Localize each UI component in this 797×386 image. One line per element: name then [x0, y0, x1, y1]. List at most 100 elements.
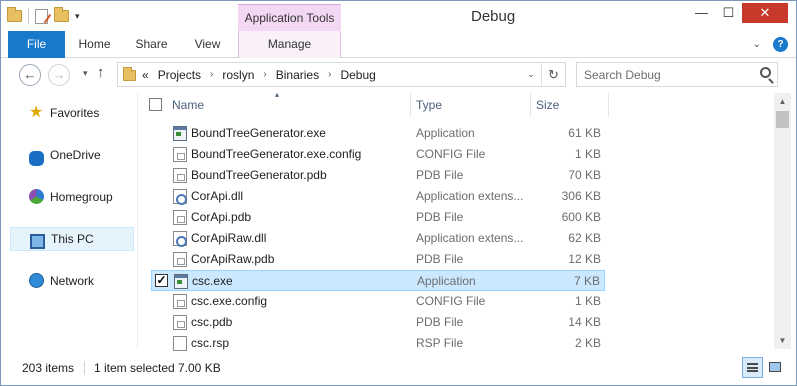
row-checkbox[interactable]: ✓	[155, 274, 168, 287]
status-divider	[84, 361, 85, 375]
breadcrumb-separator-icon[interactable]: ›	[328, 69, 331, 80]
file-name: CorApi.pdb	[191, 210, 252, 224]
computer-icon	[30, 234, 45, 249]
column-size[interactable]: Size	[536, 98, 559, 112]
tab-home[interactable]: Home	[71, 31, 118, 58]
properties-icon[interactable]	[35, 8, 48, 24]
file-name: csc.rsp	[191, 336, 230, 350]
file-size: 62 KB	[568, 231, 601, 245]
nav-item-network[interactable]: Network	[10, 269, 134, 293]
tab-file[interactable]: File	[8, 31, 65, 58]
application-icon	[173, 126, 187, 141]
nav-item-homegroup[interactable]: Homegroup	[10, 185, 134, 209]
file-type: PDB File	[416, 168, 464, 182]
folder-icon[interactable]	[7, 7, 22, 22]
file-type: CONFIG File	[416, 294, 486, 308]
file-size: 70 KB	[568, 168, 601, 182]
explorer-window: ▾ Application Tools Debug — ☐ ✕ File Hom…	[0, 0, 797, 386]
file-row[interactable]: CorApiRaw.pdb PDB File 12 KB	[151, 249, 605, 270]
file-name: CorApiRaw.pdb	[191, 252, 275, 266]
file-type: CONFIG File	[416, 147, 486, 161]
help-icon[interactable]: ?	[773, 37, 788, 52]
select-all-checkbox[interactable]	[149, 98, 162, 111]
tab-share[interactable]: Share	[128, 31, 175, 58]
breadcrumb-separator-icon[interactable]: ›	[263, 69, 266, 80]
search-box[interactable]: Search Debug	[576, 62, 778, 87]
window-title: Debug	[471, 8, 516, 25]
file-name: csc.pdb	[191, 315, 233, 329]
up-one-level-button[interactable]: ↑	[97, 64, 105, 81]
address-bar[interactable]: « Projects › roslyn › Binaries › Debug ⌄…	[117, 62, 566, 87]
breadcrumb-separator-icon[interactable]: ›	[210, 69, 213, 80]
address-history-dropdown-icon[interactable]: ⌄	[521, 63, 541, 86]
file-type: PDB File	[416, 252, 464, 266]
tab-view[interactable]: View	[184, 31, 231, 58]
breadcrumb-projects[interactable]: Projects	[158, 68, 201, 82]
scroll-down-icon[interactable]: ▼	[774, 332, 791, 349]
file-row[interactable]: csc.pdb PDB File 14 KB	[151, 312, 605, 333]
nav-item-this-pc[interactable]: This PC	[10, 227, 134, 251]
new-folder-icon[interactable]	[54, 7, 69, 22]
selection-count: 1 item selected	[94, 361, 175, 375]
column-divider[interactable]	[530, 93, 531, 117]
file-type: Application	[417, 274, 476, 288]
scroll-up-icon[interactable]: ▲	[774, 93, 791, 110]
vertical-scrollbar[interactable]: ▲ ▼	[774, 93, 791, 349]
column-divider[interactable]	[410, 93, 411, 117]
expand-ribbon-icon[interactable]: ⌄	[753, 39, 761, 50]
column-name[interactable]: Name	[172, 98, 204, 112]
file-name: csc.exe	[192, 274, 233, 288]
item-count: 203 items	[22, 361, 75, 375]
file-row[interactable]: BoundTreeGenerator.pdb PDB File 70 KB	[151, 165, 605, 186]
nav-item-label: Homegroup	[50, 190, 113, 204]
recent-locations-dropdown-icon[interactable]: ▾	[83, 68, 88, 79]
pdb-file-icon	[173, 315, 187, 330]
ribbon-controls: ⌄ ?	[753, 37, 788, 52]
search-icon[interactable]	[760, 67, 771, 78]
file-size: 600 KB	[561, 210, 601, 224]
file-row[interactable]: BoundTreeGenerator.exe Application 61 KB	[151, 123, 605, 144]
address-folder-icon	[123, 67, 136, 81]
breadcrumb-binaries[interactable]: Binaries	[276, 68, 319, 82]
file-row[interactable]: CorApi.dll Application extens... 306 KB	[151, 186, 605, 207]
breadcrumb-overflow[interactable]: «	[142, 68, 149, 82]
quick-access-dropdown-icon[interactable]: ▾	[75, 11, 80, 22]
file-row[interactable]: CorApiRaw.dll Application extens... 62 K…	[151, 228, 605, 249]
large-icons-view-button[interactable]	[765, 357, 786, 378]
file-row[interactable]: BoundTreeGenerator.exe.config CONFIG Fil…	[151, 144, 605, 165]
config-file-icon	[173, 147, 187, 162]
file-row[interactable]: csc.rsp RSP File 2 KB	[151, 333, 605, 354]
file-size: 7 KB	[573, 274, 600, 288]
back-button[interactable]: ←	[19, 64, 41, 86]
file-row[interactable]: CorApi.pdb PDB File 600 KB	[151, 207, 605, 228]
selection-size: 7.00 KB	[178, 361, 221, 375]
tab-manage[interactable]: Manage	[238, 31, 341, 58]
minimize-button[interactable]: —	[688, 3, 715, 23]
close-button[interactable]: ✕	[742, 3, 788, 23]
pdb-file-icon	[173, 210, 187, 225]
dll-file-icon	[173, 189, 187, 205]
file-size: 1 KB	[574, 147, 601, 161]
nav-item-favorites[interactable]: ★ Favorites	[10, 101, 134, 125]
column-divider[interactable]	[608, 93, 609, 117]
column-type[interactable]: Type	[416, 98, 442, 112]
breadcrumb: « Projects › roslyn › Binaries › Debug	[142, 63, 376, 86]
file-row[interactable]: csc.exe.config CONFIG File 1 KB	[151, 291, 605, 312]
application-tools-context-header: Application Tools	[238, 4, 341, 31]
breadcrumb-roslyn[interactable]: roslyn	[222, 68, 254, 82]
quick-access-toolbar: ▾	[7, 7, 80, 24]
breadcrumb-debug[interactable]: Debug	[340, 68, 375, 82]
nav-item-onedrive[interactable]: OneDrive	[10, 143, 134, 167]
scrollbar-thumb[interactable]	[776, 111, 789, 128]
file-size: 61 KB	[568, 126, 601, 140]
file-name: BoundTreeGenerator.pdb	[191, 168, 327, 182]
maximize-button[interactable]: ☐	[715, 3, 742, 23]
forward-button[interactable]: →	[48, 64, 70, 86]
navigation-pane: ★ Favorites OneDrive Homegroup This PC N…	[1, 93, 138, 349]
refresh-button[interactable]: ↻	[541, 63, 565, 86]
details-view-button[interactable]	[742, 357, 763, 378]
file-name: BoundTreeGenerator.exe.config	[191, 147, 362, 161]
file-row-selected[interactable]: ✓ csc.exe Application 7 KB	[151, 270, 605, 291]
navigation-bar: ← → ▾ ↑ « Projects › roslyn › Binaries ›…	[1, 59, 796, 93]
details-view-icon	[747, 363, 758, 372]
